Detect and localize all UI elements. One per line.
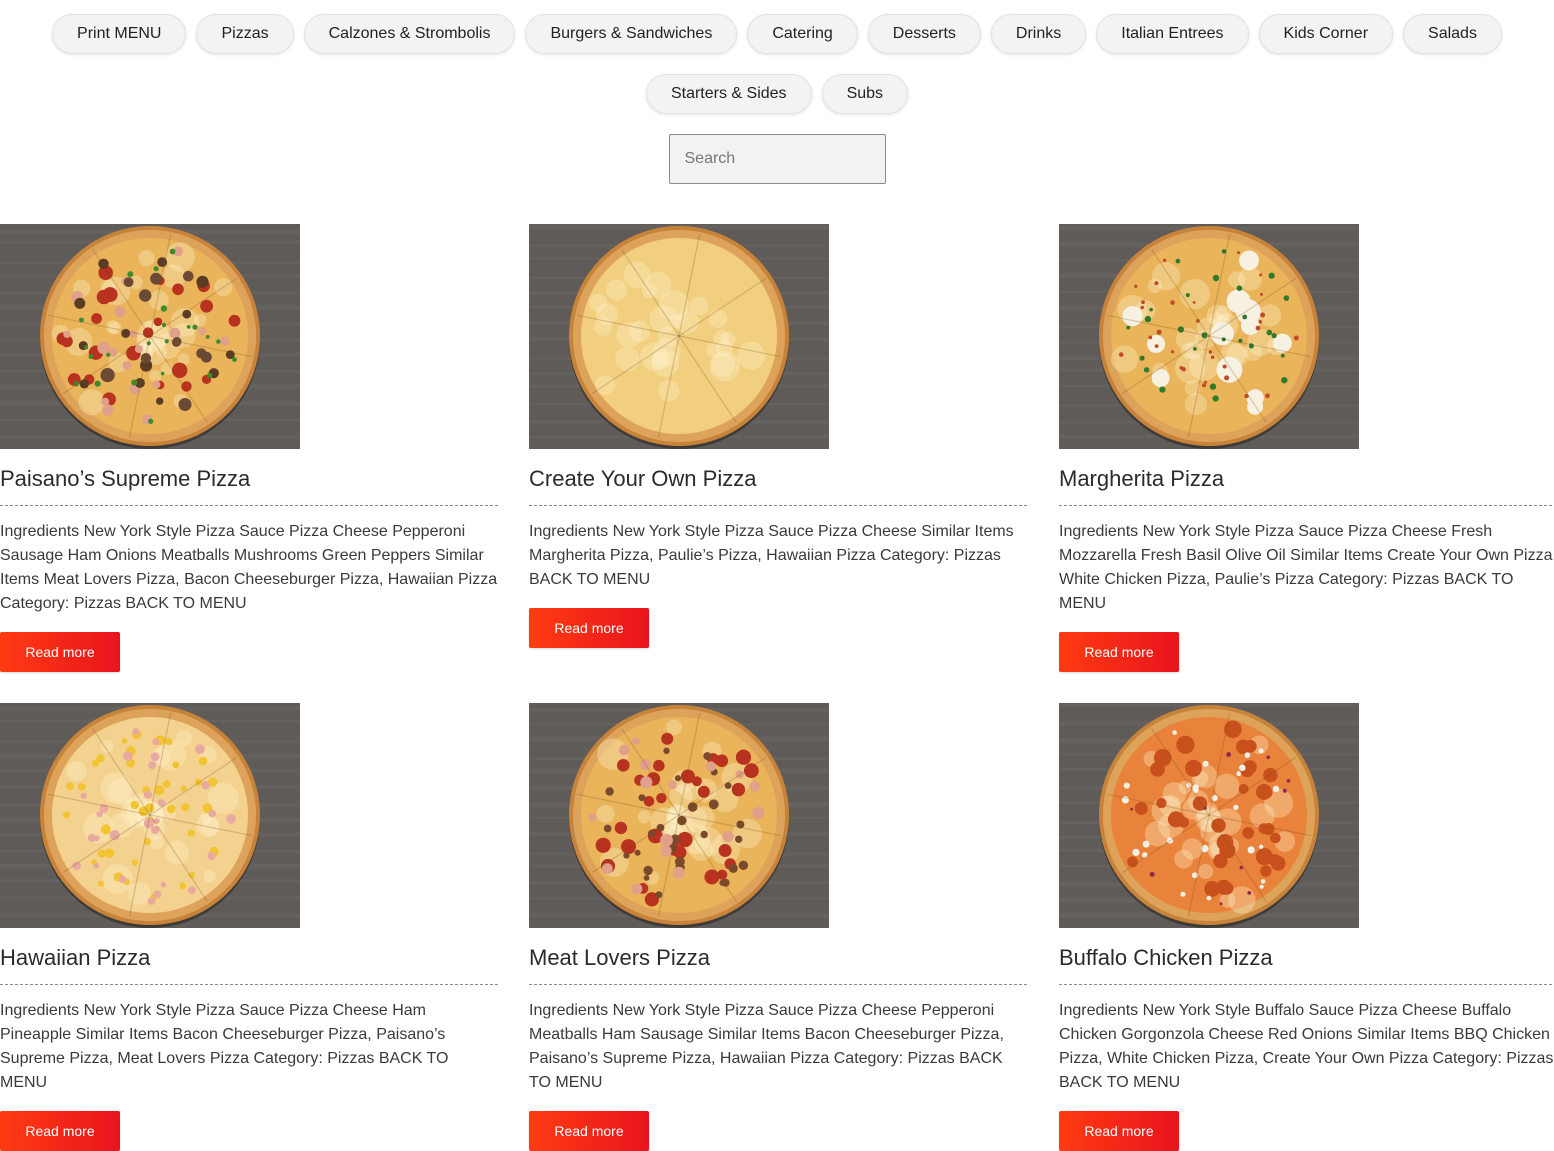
nav-button-burgers-sandwiches[interactable]: Burgers & Sandwiches [525,14,738,54]
pizza-image[interactable] [529,703,829,928]
title-divider [0,984,498,985]
menu-card-hawaiian-pizza: Hawaiian Pizza Ingredients New York Style… [0,703,498,1151]
menu-item-title[interactable]: Meat Lovers Pizza [529,944,1027,972]
read-more-button[interactable]: Read more [0,1111,120,1151]
search-container [0,134,1554,184]
search-input[interactable] [668,134,886,184]
read-more-button[interactable]: Read more [0,632,120,672]
category-nav-row-2: Starters & Sides Subs [0,74,1554,114]
menu-item-title[interactable]: Buffalo Chicken Pizza [1059,944,1554,972]
menu-item-description: Ingredients New York Style Buffalo Sauce… [1059,1002,1554,1091]
title-divider [1059,505,1554,506]
menu-item-description: Ingredients New York Style Pizza Sauce P… [0,1002,449,1091]
pizza-image[interactable] [0,703,300,928]
category-nav: Print MENU Pizzas Calzones & Strombolis Bur… [0,0,1554,184]
title-divider [529,505,1027,506]
menu-card-margherita-pizza: Margherita Pizza Ingredients New York Sty… [1059,224,1554,672]
category-nav-row-1: Print MENU Pizzas Calzones & Strombolis Bur… [0,14,1554,54]
read-more-button[interactable]: Read more [1059,1111,1179,1151]
nav-button-kids-corner[interactable]: Kids Corner [1258,14,1394,54]
menu-card-meat-lovers-pizza: Meat Lovers Pizza Ingredients New York St… [529,703,1027,1151]
nav-button-salads[interactable]: Salads [1403,14,1502,54]
nav-button-pizzas[interactable]: Pizzas [196,14,294,54]
menu-item-title[interactable]: Paisano’s Supreme Pizza [0,465,498,493]
nav-button-desserts[interactable]: Desserts [867,14,981,54]
menu-item-title[interactable]: Create Your Own Pizza [529,465,1027,493]
nav-button-print-menu[interactable]: Print MENU [52,14,187,54]
nav-button-drinks[interactable]: Drinks [990,14,1087,54]
menu-card-buffalo-chicken-pizza: Buffalo Chicken Pizza Ingredients New Yor… [1059,703,1554,1151]
read-more-button[interactable]: Read more [529,1111,649,1151]
menu-item-description: Ingredients New York Style Pizza Sauce P… [0,523,498,612]
nav-button-italian-entrees[interactable]: Italian Entrees [1096,14,1249,54]
pizza-image[interactable] [529,224,829,449]
read-more-button[interactable]: Read more [1059,632,1179,672]
menu-item-title[interactable]: Margherita Pizza [1059,465,1554,493]
read-more-button[interactable]: Read more [529,608,649,648]
menu-item-description: Ingredients New York Style Pizza Sauce P… [529,1002,1004,1091]
nav-button-calzones-strombolis[interactable]: Calzones & Strombolis [303,14,516,54]
menu-item-title[interactable]: Hawaiian Pizza [0,944,498,972]
title-divider [529,984,1027,985]
menu-item-description: Ingredients New York Style Pizza Sauce P… [1059,523,1554,612]
menu-item-description: Ingredients New York Style Pizza Sauce P… [529,523,1014,588]
nav-button-catering[interactable]: Catering [747,14,858,54]
title-divider [0,505,498,506]
pizza-image[interactable] [1059,224,1359,449]
menu-card-paisano-s-supreme-pizza: Paisano’s Supreme Pizza Ingredients New Y… [0,224,498,672]
pizza-image[interactable] [0,224,300,449]
nav-button-subs[interactable]: Subs [821,74,909,114]
pizza-image[interactable] [1059,703,1359,928]
menu-card-create-your-own-pizza: Create Your Own Pizza Ingredients New Yor… [529,224,1027,648]
nav-button-starters-sides[interactable]: Starters & Sides [645,74,812,114]
title-divider [1059,984,1554,985]
